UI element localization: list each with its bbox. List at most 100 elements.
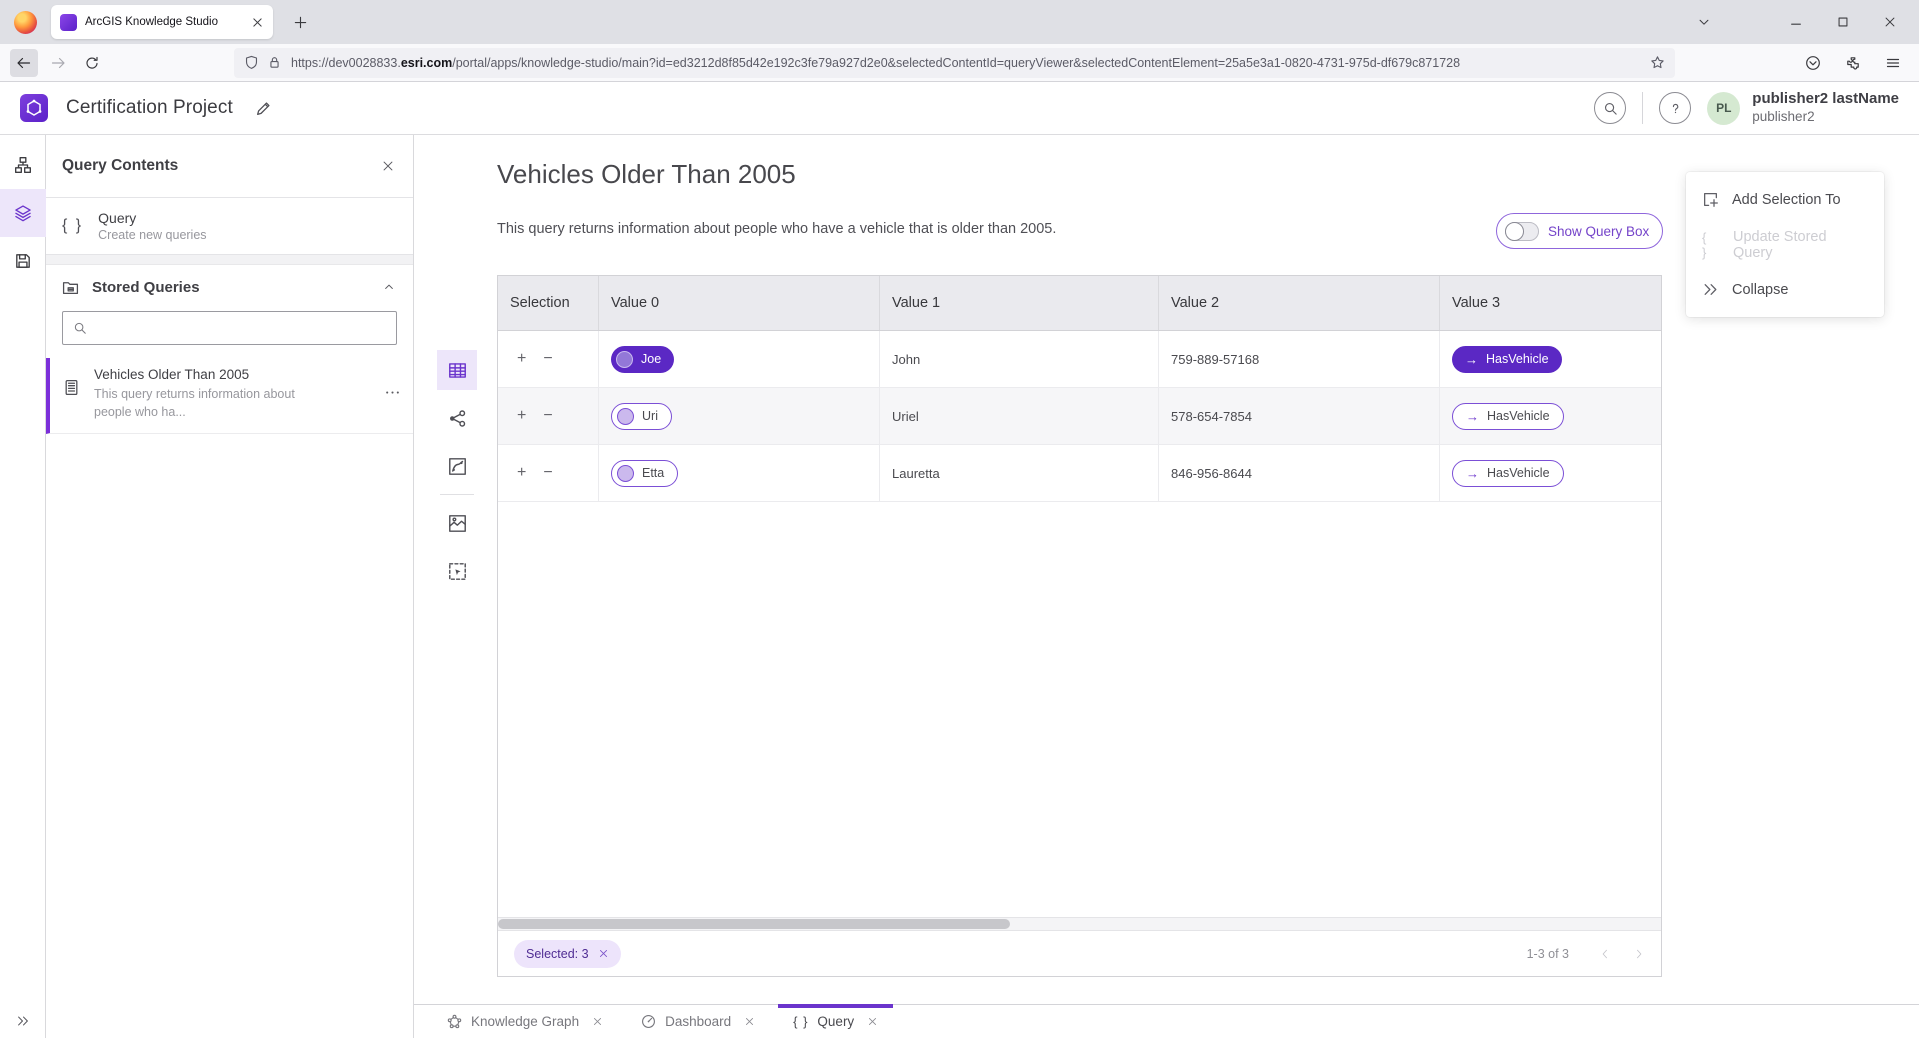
user-username: publisher2 xyxy=(1752,109,1899,126)
chevron-up-icon[interactable] xyxy=(383,281,395,293)
navbar-right-icons xyxy=(1805,55,1901,71)
bottom-tab-query[interactable]: { }Query xyxy=(778,1005,893,1038)
close-tab-icon[interactable] xyxy=(592,1016,603,1027)
lock-icon[interactable] xyxy=(267,55,282,70)
arcgis-knowledge-logo-icon[interactable] xyxy=(20,94,48,122)
search-input[interactable] xyxy=(95,321,386,336)
select-area-icon xyxy=(448,562,467,581)
scrollbar-thumb[interactable] xyxy=(498,919,1010,929)
value1-cell: Lauretta xyxy=(879,445,1158,501)
value2-cell: 759-889-57168 xyxy=(1158,331,1439,387)
table-footer: Selected: 3 1-3 of 3 xyxy=(498,930,1661,976)
bookmark-star-icon[interactable] xyxy=(1650,55,1665,70)
bottom-tab-dashboard[interactable]: Dashboard xyxy=(626,1005,770,1038)
add-to-selection-button[interactable]: + xyxy=(517,465,526,481)
reload-button[interactable] xyxy=(78,49,106,77)
table-row: +−UriUriel578-654-7854→HasVehicle xyxy=(498,388,1661,445)
relationship-label: HasVehicle xyxy=(1487,466,1550,480)
entity-avatar-icon xyxy=(617,408,634,425)
link-chart-icon xyxy=(448,457,467,476)
query-item[interactable]: { } Query Create new queries xyxy=(46,198,413,255)
screen: ArcGIS Knowledge Studio https://dev00288… xyxy=(0,0,1919,1038)
user-info[interactable]: publisher2 lastName publisher2 xyxy=(1752,90,1905,126)
back-button[interactable] xyxy=(10,49,38,77)
firefox-logo-icon[interactable] xyxy=(14,11,37,34)
close-tab-icon[interactable] xyxy=(867,1016,878,1027)
rail-item-layers[interactable] xyxy=(0,189,46,237)
toggle-label: Show Query Box xyxy=(1548,224,1649,239)
rail-item-org-chart[interactable] xyxy=(0,141,46,189)
forward-button[interactable] xyxy=(44,49,72,77)
entity-pill[interactable]: Etta xyxy=(611,460,678,487)
show-query-box-toggle[interactable]: Show Query Box xyxy=(1496,213,1663,249)
stored-queries-search[interactable] xyxy=(62,311,397,345)
relationship-pill[interactable]: →HasVehicle xyxy=(1452,346,1562,373)
bottom-tab-knowledge-graph[interactable]: Knowledge Graph xyxy=(432,1005,618,1038)
stored-query-item[interactable]: Vehicles Older Than 2005 This query retu… xyxy=(46,358,413,434)
edit-title-pencil-icon[interactable] xyxy=(255,100,272,117)
column-header[interactable]: Value 0 xyxy=(598,276,879,330)
stored-queries-header[interactable]: Stored Queries xyxy=(46,265,413,309)
entity-label: Uri xyxy=(642,409,658,423)
remove-from-selection-button[interactable]: − xyxy=(543,351,552,367)
user-avatar[interactable]: PL xyxy=(1707,92,1740,125)
column-header[interactable]: Value 3 xyxy=(1439,276,1661,330)
remove-from-selection-button[interactable]: − xyxy=(543,408,552,424)
selection-cell: +− xyxy=(498,445,598,501)
column-header[interactable]: Value 1 xyxy=(879,276,1158,330)
minimize-button[interactable] xyxy=(1789,15,1803,29)
browser-tab[interactable]: ArcGIS Knowledge Studio xyxy=(51,5,273,39)
entity-pill[interactable]: Uri xyxy=(611,403,672,430)
browser-navbar: https://dev0028833.esri.com/portal/apps/… xyxy=(0,44,1919,82)
maximize-button[interactable] xyxy=(1836,15,1850,29)
view-toolbar-node-link-button[interactable] xyxy=(437,398,477,438)
tab-close-icon[interactable] xyxy=(251,16,264,29)
add-to-selection-button[interactable]: + xyxy=(517,351,526,367)
column-header[interactable]: Selection xyxy=(498,276,598,330)
panel-header: Query Contents xyxy=(46,135,413,198)
search-icon xyxy=(73,321,87,335)
column-header[interactable]: Value 2 xyxy=(1158,276,1439,330)
value3-cell: →HasVehicle xyxy=(1439,388,1661,444)
menu-item-add-selection-to[interactable]: Add Selection To xyxy=(1686,177,1884,222)
remove-from-selection-button[interactable]: − xyxy=(543,465,552,481)
pocket-icon[interactable] xyxy=(1805,55,1821,71)
close-tab-icon[interactable] xyxy=(744,1016,755,1027)
list-tabs-icon[interactable] xyxy=(1697,15,1711,29)
clear-selection-icon[interactable] xyxy=(598,948,609,959)
relationship-pill[interactable]: →HasVehicle xyxy=(1452,460,1564,487)
user-name: publisher2 lastName xyxy=(1752,90,1899,109)
relationship-pill[interactable]: →HasVehicle xyxy=(1452,403,1564,430)
new-tab-button[interactable] xyxy=(293,15,308,30)
add-to-selection-button[interactable]: + xyxy=(517,408,526,424)
item-options-ellipsis-icon[interactable] xyxy=(384,384,401,401)
arrow-right-icon: → xyxy=(1466,409,1479,424)
toggle-switch[interactable] xyxy=(1505,222,1539,241)
horizontal-scrollbar[interactable] xyxy=(498,917,1661,930)
view-toolbar-link-chart-button[interactable] xyxy=(437,446,477,486)
prev-page-icon[interactable] xyxy=(1599,948,1611,960)
browser-tabstrip: ArcGIS Knowledge Studio xyxy=(0,0,1919,44)
view-toolbar-table-button[interactable] xyxy=(437,350,477,390)
entity-pill[interactable]: Joe xyxy=(611,346,674,373)
rail-item-save[interactable] xyxy=(0,237,46,285)
extensions-puzzle-icon[interactable] xyxy=(1845,55,1861,71)
view-toolbar-map-button[interactable] xyxy=(437,503,477,543)
next-page-icon[interactable] xyxy=(1633,948,1645,960)
search-button[interactable] xyxy=(1594,92,1626,124)
expand-panel-button[interactable] xyxy=(0,1014,46,1028)
view-toolbar-select-area-button[interactable] xyxy=(437,551,477,591)
entity-cell: Etta xyxy=(598,445,879,501)
stored-queries-title: Stored Queries xyxy=(92,279,370,296)
shield-icon[interactable] xyxy=(244,55,259,70)
help-button[interactable] xyxy=(1659,92,1691,124)
menu-item-label: Collapse xyxy=(1732,282,1788,298)
close-window-button[interactable] xyxy=(1883,15,1897,29)
menu-item-collapse[interactable]: Collapse xyxy=(1686,267,1884,312)
close-panel-icon[interactable] xyxy=(381,159,395,173)
url-bar[interactable]: https://dev0028833.esri.com/portal/apps/… xyxy=(234,48,1675,78)
hamburger-menu-icon[interactable] xyxy=(1885,55,1901,71)
menu-item-update-stored-query: { }Update Stored Query xyxy=(1686,222,1884,267)
selected-count-chip[interactable]: Selected: 3 xyxy=(514,940,621,968)
entity-cell: Joe xyxy=(598,331,879,387)
